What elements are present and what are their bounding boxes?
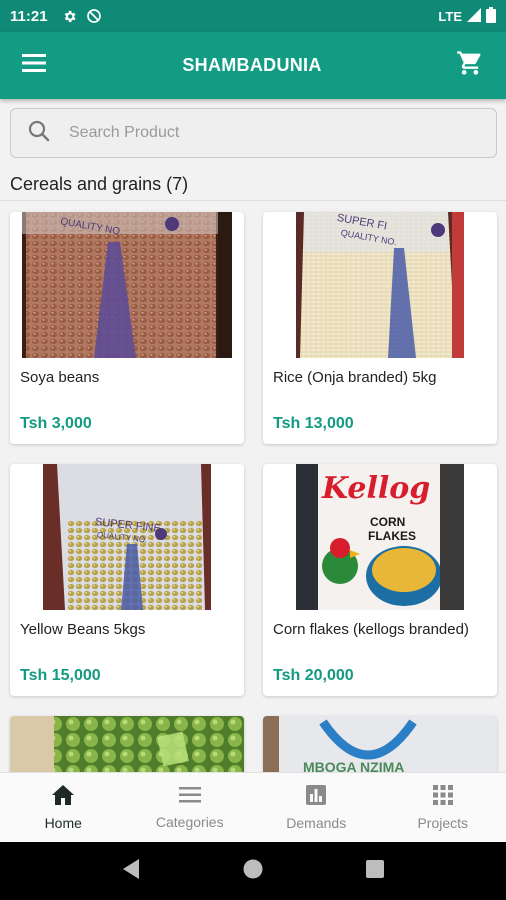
app-bar: SHAMBADUNIA: [0, 32, 506, 99]
back-icon[interactable]: [121, 858, 141, 885]
nav-categories-label: Categories: [155, 814, 224, 830]
status-time: 11:21: [10, 7, 48, 25]
product-card[interactable]: QUALITY NO. Soya beans Tsh 3,000: [10, 212, 244, 444]
search-box[interactable]: [10, 108, 497, 158]
nav-projects[interactable]: Projects: [380, 773, 506, 842]
recents-square-icon[interactable]: [365, 859, 385, 884]
settings-gear-icon: [62, 8, 78, 24]
bar-chart-icon: [305, 784, 327, 809]
nav-demands-label: Demands: [286, 815, 347, 831]
product-image: Kellog CORN FLAKES: [263, 464, 497, 610]
system-navigation-bar: [0, 842, 506, 900]
product-image: MBOGA NZIMA: [263, 716, 497, 776]
do-not-disturb-icon: [86, 8, 102, 24]
home-icon: [51, 784, 75, 809]
search-icon: [27, 119, 51, 148]
menu-icon[interactable]: [22, 53, 48, 78]
product-price: Tsh 20,000: [273, 667, 354, 684]
section-divider: [0, 200, 506, 201]
status-bar: 11:21 LTE: [0, 0, 506, 32]
product-price: Tsh 3,000: [20, 415, 92, 432]
nav-demands[interactable]: Demands: [253, 773, 380, 842]
product-name: Rice (Onja branded) 5kg: [273, 369, 437, 386]
product-image: SUPER FINE QUALITY NO.: [10, 464, 244, 610]
nav-home[interactable]: Home: [0, 773, 127, 842]
product-name: Soya beans: [20, 369, 100, 386]
home-circle-icon[interactable]: [242, 858, 264, 885]
svg-text:FLAKES: FLAKES: [368, 529, 416, 543]
nav-categories[interactable]: Categories: [127, 773, 254, 842]
product-price: Tsh 15,000: [20, 667, 101, 684]
product-card[interactable]: [10, 716, 244, 776]
product-card[interactable]: MBOGA NZIMA: [263, 716, 497, 776]
product-image: SUPER FI QUALITY NO.: [263, 212, 497, 358]
cart-icon[interactable]: [456, 49, 484, 82]
search-input[interactable]: [69, 124, 449, 142]
battery-icon: [486, 6, 496, 26]
product-card[interactable]: Kellog CORN FLAKES Corn flakes (kellogs …: [263, 464, 497, 696]
network-type: LTE: [438, 8, 462, 24]
list-icon: [178, 785, 202, 808]
status-right: LTE: [438, 6, 496, 26]
svg-text:Kellog: Kellog: [321, 471, 430, 506]
bottom-navigation: Home Categories Demands Projects: [0, 772, 506, 842]
section-title: Cereals and grains (7): [10, 174, 189, 194]
product-card[interactable]: SUPER FI QUALITY NO. Rice (Onja branded)…: [263, 212, 497, 444]
signal-icon: [467, 7, 481, 25]
app-title: SHAMBADUNIA: [182, 55, 322, 75]
product-name: Yellow Beans 5kgs: [20, 621, 146, 638]
product-image: QUALITY NO.: [10, 212, 244, 358]
product-card[interactable]: SUPER FINE QUALITY NO. Yellow Beans 5kgs…: [10, 464, 244, 696]
nav-home-label: Home: [44, 815, 82, 831]
product-image: [10, 716, 244, 776]
product-name: Corn flakes (kellogs branded): [273, 621, 469, 638]
product-price: Tsh 13,000: [273, 415, 354, 432]
nav-projects-label: Projects: [417, 815, 469, 831]
grid-icon: [432, 784, 454, 809]
svg-text:CORN: CORN: [370, 515, 405, 529]
